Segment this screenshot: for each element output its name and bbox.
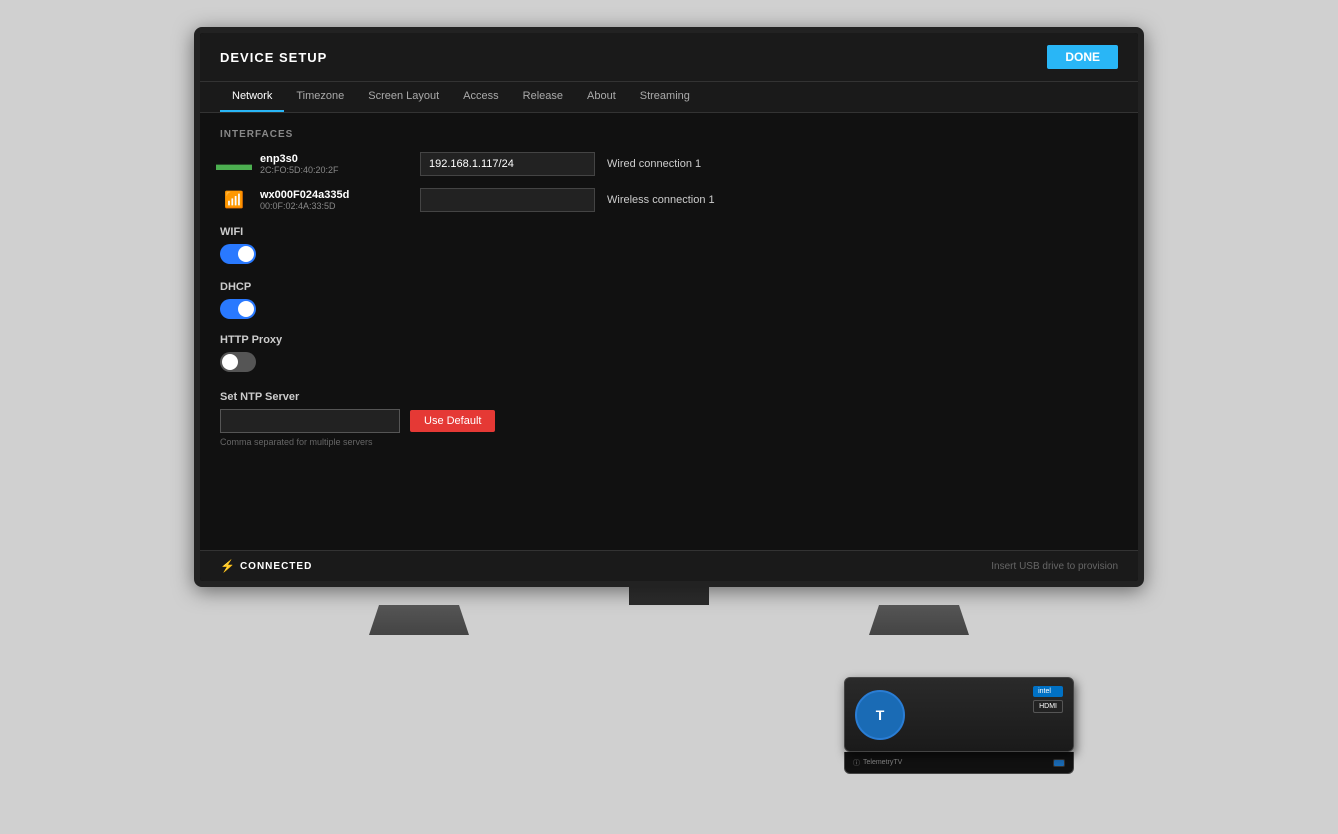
tv-stand-neck xyxy=(629,587,709,605)
stb-brand-text: TelemetryTV xyxy=(863,759,902,766)
interfaces-label: INTERFACES xyxy=(220,129,1118,140)
tab-network[interactable]: Network xyxy=(220,82,284,112)
wifi-icon-container: 📶 xyxy=(220,186,248,214)
tv-screen: DEVICE SETUP DONE Network Timezone Scree… xyxy=(200,33,1138,581)
tab-streaming[interactable]: Streaming xyxy=(628,82,702,112)
wifi-name: wx000F024a335d xyxy=(260,189,420,201)
wifi-toggle-label: WIFI xyxy=(220,226,1118,238)
use-default-button[interactable]: Use Default xyxy=(410,410,495,432)
stb-badges: intel HDMI xyxy=(1033,686,1063,713)
ntp-input[interactable] xyxy=(220,409,400,433)
http-proxy-section: HTTP Proxy xyxy=(220,334,1118,377)
dhcp-toggle-thumb xyxy=(238,301,254,317)
wifi-section: WIFI xyxy=(220,226,1118,269)
ntp-label: Set NTP Server xyxy=(220,391,1118,403)
stb-brand-icon: ⓘ xyxy=(853,758,860,768)
app-footer: ⚡ CONNECTED Insert USB drive to provisio… xyxy=(200,550,1138,581)
usb-hint: Insert USB drive to provision xyxy=(991,561,1118,572)
wifi-toggle-track[interactable] xyxy=(220,244,256,264)
wifi-icon: 📶 xyxy=(224,190,244,210)
stb-logo: T xyxy=(855,690,905,740)
tab-access[interactable]: Access xyxy=(451,82,510,112)
ntp-section: Set NTP Server Use Default Comma separat… xyxy=(220,391,1118,447)
stand-leg-left xyxy=(369,605,469,635)
tv-stand-base xyxy=(369,605,969,635)
ethernet-connection-label: Wired connection 1 xyxy=(607,158,701,170)
dhcp-toggle-track[interactable] xyxy=(220,299,256,319)
ethernet-mac: 2C:FO:5D:40:20:2F xyxy=(260,165,420,175)
done-button[interactable]: DONE xyxy=(1047,45,1118,69)
connected-text: CONNECTED xyxy=(240,561,312,572)
ethernet-icon: ▬▬ xyxy=(216,154,252,175)
ntp-row: Use Default xyxy=(220,409,1118,433)
stb-led xyxy=(1053,759,1065,767)
ethernet-icon-container: ▬▬ xyxy=(220,150,248,178)
stb-bottom: ⓘ TelemetryTV xyxy=(844,752,1074,774)
wifi-toggle[interactable] xyxy=(220,244,256,264)
lightning-icon: ⚡ xyxy=(220,559,235,573)
wifi-info: wx000F024a335d 00:0F:02:4A:33:5D xyxy=(260,189,420,211)
stb-brand-label: ⓘ TelemetryTV xyxy=(853,758,902,768)
connection-status: ⚡ CONNECTED xyxy=(220,559,312,573)
wifi-mac: 00:0F:02:4A:33:5D xyxy=(260,201,420,211)
app-header: DEVICE SETUP DONE xyxy=(200,33,1138,82)
dhcp-section: DHCP xyxy=(220,281,1118,324)
tabs-bar: Network Timezone Screen Layout Access Re… xyxy=(200,82,1138,113)
proxy-toggle-track[interactable] xyxy=(220,352,256,372)
hdmi-badge: HDMI xyxy=(1033,700,1063,713)
proxy-toggle-thumb xyxy=(222,354,238,370)
tab-timezone[interactable]: Timezone xyxy=(284,82,356,112)
tab-screen-layout[interactable]: Screen Layout xyxy=(356,82,451,112)
interface-row-wifi: 📶 wx000F024a335d 00:0F:02:4A:33:5D Wirel… xyxy=(220,186,1118,214)
tab-about[interactable]: About xyxy=(575,82,628,112)
proxy-toggle[interactable] xyxy=(220,352,256,372)
set-top-box: T intel HDMI ⓘ TelemetryTV xyxy=(844,677,1094,787)
ethernet-name: enp3s0 xyxy=(260,153,420,165)
stand-leg-right xyxy=(869,605,969,635)
wifi-toggle-thumb xyxy=(238,246,254,262)
intel-badge: intel xyxy=(1033,686,1063,697)
dhcp-toggle-label: DHCP xyxy=(220,281,1118,293)
app-title: DEVICE SETUP xyxy=(220,50,327,65)
tab-release[interactable]: Release xyxy=(511,82,575,112)
wifi-connection-label: Wireless connection 1 xyxy=(607,194,715,206)
tv-screen-outer: DEVICE SETUP DONE Network Timezone Scree… xyxy=(194,27,1144,587)
proxy-toggle-label: HTTP Proxy xyxy=(220,334,1118,346)
stb-body: T intel HDMI xyxy=(844,677,1074,752)
wifi-ip-input[interactable] xyxy=(420,188,595,212)
ethernet-info: enp3s0 2C:FO:5D:40:20:2F xyxy=(260,153,420,175)
interface-row-ethernet: ▬▬ enp3s0 2C:FO:5D:40:20:2F Wired connec… xyxy=(220,150,1118,178)
network-content: INTERFACES ▬▬ enp3s0 2C:FO:5D:40:20:2F W… xyxy=(200,113,1138,550)
dhcp-toggle[interactable] xyxy=(220,299,256,319)
ntp-hint: Comma separated for multiple servers xyxy=(220,437,1118,447)
ethernet-ip-input[interactable] xyxy=(420,152,595,176)
tv-container: DEVICE SETUP DONE Network Timezone Scree… xyxy=(184,27,1154,807)
